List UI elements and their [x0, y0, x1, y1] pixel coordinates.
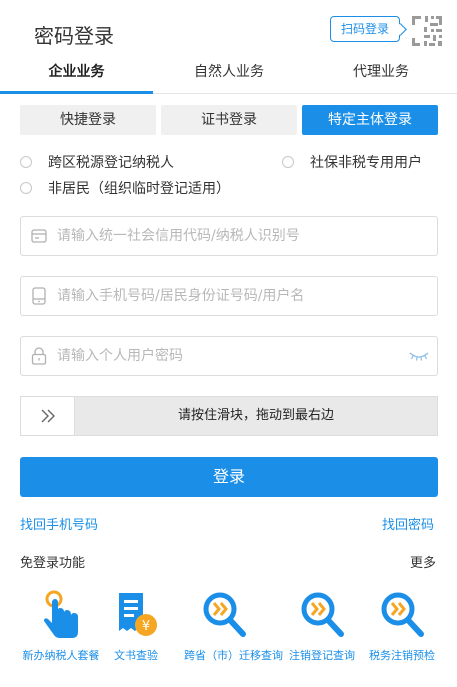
radio-label: 非居民（组织临时登记适用） — [48, 181, 230, 197]
subtab-quick-login[interactable]: 快捷登录 — [20, 105, 156, 135]
new-taxpayer-package-item[interactable]: 新办纳税人套餐 — [21, 587, 101, 663]
login-button[interactable]: 登录 — [20, 457, 438, 497]
search-magnifier-icon — [301, 592, 344, 637]
login-method-tabs: 快捷登录 证书登录 特定主体登录 — [20, 105, 438, 135]
radio-circle — [20, 156, 32, 168]
slider-instruction: 请按住滑块，拖动到最右边 — [177, 408, 334, 423]
function-label: 跨省（市）迁移查询 — [184, 649, 283, 662]
id-card-icon — [21, 217, 57, 255]
password-input[interactable] — [57, 338, 401, 374]
svg-text:¥: ¥ — [142, 619, 150, 634]
deregistration-query-item[interactable]: 注销登记查询 — [282, 587, 362, 663]
qr-code-icon[interactable] — [410, 14, 444, 48]
slider-handle[interactable] — [21, 397, 75, 435]
cross-province-migration-query-item[interactable]: 跨省（市）迁移查询 — [184, 587, 283, 663]
tab-enterprise[interactable]: 企业业务 — [0, 58, 153, 94]
qr-login-button[interactable]: 扫码登录 — [330, 16, 400, 42]
more-link[interactable]: 更多 — [410, 552, 436, 571]
credit-code-input[interactable] — [57, 218, 437, 254]
radio-label: 社保非税专用用户 — [310, 155, 422, 171]
tab-individual[interactable]: 自然人业务 — [153, 58, 305, 94]
active-tab-indicator — [0, 91, 153, 94]
document-yuan-icon: ¥ — [119, 593, 157, 636]
radio-circle — [20, 182, 32, 194]
slider-captcha: 请按住滑块，拖动到最右边 — [20, 396, 438, 436]
search-magnifier-icon — [381, 592, 424, 637]
function-label: 新办纳税人套餐 — [22, 649, 100, 662]
recover-phone-link[interactable]: 找回手机号码 — [20, 514, 98, 533]
double-chevron-right-icon — [41, 409, 55, 423]
credit-code-field — [20, 216, 438, 256]
radio-circle — [282, 156, 294, 168]
subtab-special-entity-login[interactable]: 特定主体登录 — [302, 105, 438, 135]
page-title: 密码登录 — [34, 24, 114, 48]
radio-label: 跨区税源登记纳税人 — [48, 155, 174, 171]
document-verification-item[interactable]: ¥ 文书查验 — [96, 587, 176, 663]
no-login-functions-label: 免登录功能 — [20, 556, 86, 571]
eye-closed-icon[interactable] — [401, 337, 437, 375]
header: 密码登录 扫码登录 — [0, 0, 457, 62]
password-field — [20, 336, 438, 376]
function-label: 文书查验 — [114, 649, 158, 662]
search-magnifier-icon — [203, 592, 246, 637]
lock-icon — [21, 337, 57, 375]
radio-cross-region-taxpayer[interactable]: 跨区税源登记纳税人 — [20, 152, 174, 172]
tap-hand-icon — [44, 590, 78, 638]
phone-input[interactable] — [57, 278, 437, 314]
radio-non-resident[interactable]: 非居民（组织临时登记适用） — [20, 178, 230, 198]
main-tabs: 企业业务 自然人业务 代理业务 — [0, 58, 457, 94]
tax-deregistration-precheck-item[interactable]: 税务注销预检 — [362, 587, 442, 663]
subtab-certificate-login[interactable]: 证书登录 — [161, 105, 297, 135]
radio-social-security-user[interactable]: 社保非税专用用户 — [282, 152, 422, 172]
recover-password-link[interactable]: 找回密码 — [382, 514, 434, 533]
tab-agent[interactable]: 代理业务 — [305, 58, 457, 94]
phone-field — [20, 276, 438, 316]
function-label: 税务注销预检 — [369, 649, 435, 662]
function-label: 注销登记查询 — [289, 649, 355, 662]
mobile-phone-icon — [21, 277, 57, 315]
